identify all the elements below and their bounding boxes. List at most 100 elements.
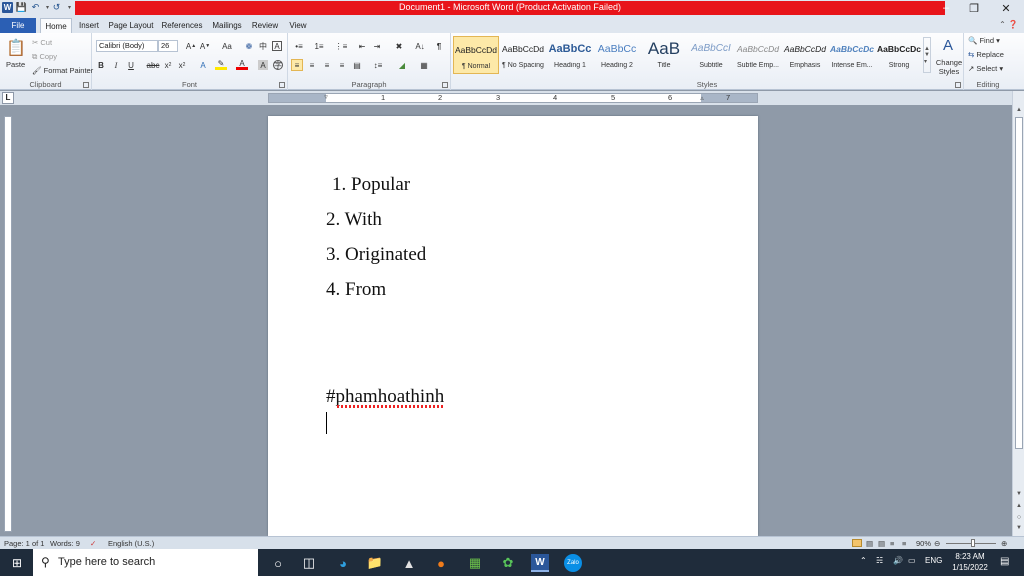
- language-indicator[interactable]: English (U.S.): [108, 539, 154, 548]
- underline-icon[interactable]: U: [126, 60, 136, 70]
- numbering-icon[interactable]: 1≡: [312, 41, 326, 51]
- notifications-icon[interactable]: ▤: [1000, 556, 1009, 567]
- draft-icon[interactable]: ≡: [902, 539, 906, 548]
- distributed-icon[interactable]: ▤: [351, 59, 363, 71]
- justify-icon[interactable]: ≡: [336, 59, 348, 71]
- undo-icon[interactable]: ↶: [30, 2, 41, 13]
- borders-icon[interactable]: ▦: [416, 59, 432, 71]
- clock[interactable]: 8:23 AM 1/15/2022: [950, 551, 990, 573]
- paste-button[interactable]: Paste: [6, 60, 25, 69]
- indent-marker-icon[interactable]: ▿: [321, 90, 331, 104]
- character-border-icon[interactable]: A: [272, 41, 282, 51]
- style-no-spacing[interactable]: AaBbCcDd ¶ No Spacing: [500, 36, 546, 74]
- zoom-out-icon[interactable]: ⊖: [934, 539, 940, 548]
- tab-view[interactable]: View: [286, 18, 310, 33]
- tab-references[interactable]: References: [160, 18, 204, 33]
- close-button[interactable]: ✕: [998, 1, 1014, 15]
- select-button[interactable]: ↗ Select ▾: [968, 64, 1003, 73]
- web-layout-icon[interactable]: ▤: [878, 539, 885, 548]
- full-screen-reading-icon[interactable]: ▤: [866, 539, 873, 548]
- restore-button[interactable]: ❐: [966, 1, 982, 15]
- italic-icon[interactable]: I: [111, 60, 121, 70]
- superscript-icon[interactable]: x2: [177, 60, 187, 70]
- font-size-field[interactable]: 26: [158, 40, 178, 52]
- calculator-icon[interactable]: ▦: [466, 554, 484, 572]
- proofing-icon[interactable]: ✓: [90, 539, 96, 548]
- next-page-icon[interactable]: ▼: [1014, 523, 1024, 533]
- style-strong[interactable]: AaBbCcDc Strong: [876, 36, 922, 74]
- tab-file[interactable]: File: [0, 18, 36, 33]
- tab-mailings[interactable]: Mailings: [210, 18, 244, 33]
- zoom-level[interactable]: 90%: [916, 539, 931, 548]
- tab-selector[interactable]: L: [2, 92, 14, 104]
- text-effects-icon[interactable]: A: [197, 60, 209, 70]
- styles-launcher-icon[interactable]: [955, 82, 961, 88]
- shading-icon[interactable]: ◢: [394, 59, 410, 71]
- multilevel-list-icon[interactable]: ⋮≡: [334, 41, 348, 51]
- tab-review[interactable]: Review: [251, 18, 279, 33]
- style-heading-1[interactable]: AaBbCc Heading 1: [547, 36, 593, 74]
- edge-icon[interactable]: ◕: [334, 554, 352, 572]
- decrease-indent-icon[interactable]: ⇤: [356, 41, 368, 51]
- vertical-ruler[interactable]: [4, 116, 12, 532]
- vertical-scrollbar[interactable]: ▲ ▼ ▲ ○ ▼: [1012, 91, 1024, 536]
- increase-indent-icon[interactable]: ⇥: [371, 41, 383, 51]
- align-right-icon[interactable]: ≡: [321, 59, 333, 71]
- cut-button[interactable]: ✂ Cut: [32, 38, 52, 47]
- style-heading-2[interactable]: AaBbCc Heading 2: [594, 36, 640, 74]
- styles-scroll-icon[interactable]: ▲ ▼ ▾: [923, 37, 931, 73]
- bold-icon[interactable]: B: [96, 60, 106, 70]
- network-icon[interactable]: ☵: [876, 556, 883, 565]
- asian-layout-icon[interactable]: ✖: [392, 41, 406, 51]
- redo-icon[interactable]: ↺: [51, 2, 62, 13]
- scrollbar-thumb[interactable]: [1015, 117, 1023, 449]
- style-title[interactable]: AaB Title: [641, 36, 687, 74]
- clear-formatting-icon[interactable]: ❁: [244, 41, 254, 51]
- battery-icon[interactable]: ▭: [908, 556, 916, 565]
- outline-icon[interactable]: ≡: [890, 539, 894, 548]
- font-launcher-icon[interactable]: [279, 82, 285, 88]
- font-name-field[interactable]: Calibri (Body): [96, 40, 158, 52]
- bullets-icon[interactable]: •≡: [292, 41, 306, 51]
- previous-page-icon[interactable]: ▲: [1014, 501, 1024, 511]
- task-view-icon[interactable]: ◫: [300, 554, 318, 572]
- highlight-icon[interactable]: ✎: [215, 59, 227, 70]
- minimize-button[interactable]: –: [938, 1, 954, 15]
- line-spacing-icon[interactable]: ↕≡: [370, 59, 386, 71]
- enclose-characters-icon[interactable]: 字: [273, 60, 283, 70]
- word-count[interactable]: Words: 9: [50, 539, 80, 548]
- style-subtle-emphasis[interactable]: AaBbCcDd Subtle Emp...: [735, 36, 781, 74]
- align-center-icon[interactable]: ≡: [306, 59, 318, 71]
- replace-button[interactable]: ⇆ Replace: [968, 50, 1004, 59]
- windows-start-icon[interactable]: ⊞: [8, 554, 26, 572]
- tab-page-layout[interactable]: Page Layout: [108, 18, 154, 33]
- sort-icon[interactable]: A↓: [414, 41, 426, 51]
- paste-icon[interactable]: 📋: [6, 37, 26, 59]
- grow-font-icon[interactable]: A ▲: [186, 41, 196, 51]
- phonetic-guide-icon[interactable]: 中: [258, 41, 268, 51]
- find-button[interactable]: 🔍 Find ▾: [968, 36, 1000, 45]
- change-case-icon[interactable]: Aa: [220, 41, 234, 51]
- style-normal[interactable]: AaBbCcDd ¶ Normal: [453, 36, 499, 74]
- style-emphasis[interactable]: AaBbCcDd Emphasis: [782, 36, 828, 74]
- firefox-icon[interactable]: ●: [432, 554, 450, 572]
- change-styles-icon[interactable]: A: [935, 36, 961, 54]
- volume-icon[interactable]: 🔊: [893, 556, 903, 565]
- style-subtitle[interactable]: AaBbCcI Subtitle: [688, 36, 734, 74]
- file-explorer-icon[interactable]: 📁: [366, 554, 384, 572]
- word-taskbar-icon[interactable]: W: [531, 554, 549, 572]
- scroll-up-icon[interactable]: ▲: [1014, 105, 1024, 115]
- select-browse-object-icon[interactable]: ○: [1014, 512, 1024, 522]
- format-painter-button[interactable]: 🖌 Format Painter: [32, 66, 93, 75]
- style-intense-emphasis[interactable]: AaBbCcDc Intense Em...: [829, 36, 875, 74]
- paragraph-launcher-icon[interactable]: [442, 82, 448, 88]
- copy-button[interactable]: ⧉ Copy: [32, 52, 57, 62]
- subscript-icon[interactable]: x2: [163, 60, 173, 70]
- document-page[interactable]: 1. Popular 2. With 3. Originated 4. From…: [268, 116, 758, 536]
- store-icon[interactable]: ▲: [400, 554, 418, 572]
- shrink-font-icon[interactable]: A ▼: [200, 41, 210, 51]
- align-left-icon[interactable]: ≡: [291, 59, 303, 71]
- character-shading-icon[interactable]: A: [258, 60, 268, 70]
- save-icon[interactable]: 💾: [16, 2, 27, 13]
- horizontal-ruler[interactable]: ▿ ▵ 1 2 3 4 5 6 7: [268, 93, 758, 103]
